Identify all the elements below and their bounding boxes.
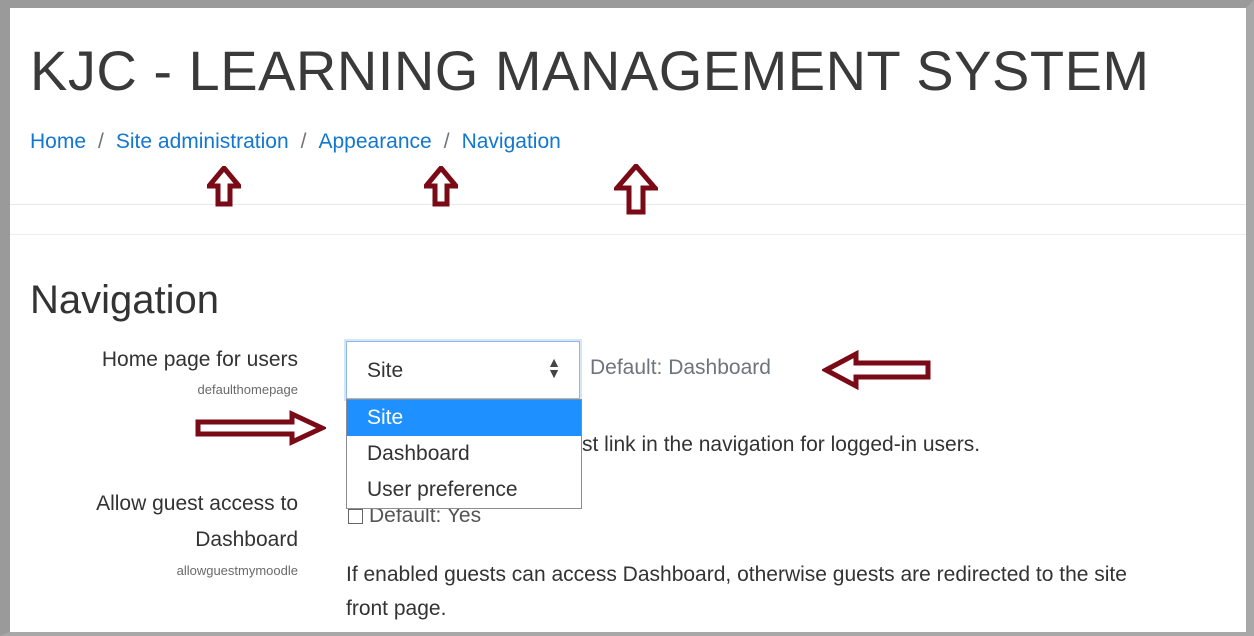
guest-description-line1: If enabled guests can access Dashboard, … xyxy=(346,563,1127,586)
guest-label-line2: Dashboard xyxy=(195,528,298,551)
guest-checkbox[interactable] xyxy=(348,508,363,524)
breadcrumb-site-administration[interactable]: Site administration xyxy=(116,130,289,153)
arrow-up-annotation-icon xyxy=(207,166,241,207)
arrow-up-annotation-icon xyxy=(614,164,658,215)
breadcrumb-separator: / xyxy=(98,130,104,153)
option-dashboard[interactable]: Dashboard xyxy=(347,436,581,472)
arrow-right-annotation-icon xyxy=(195,410,326,446)
breadcrumb-separator: / xyxy=(300,130,307,153)
homepage-options-list: Site Dashboard User preference xyxy=(346,399,582,509)
page-heading: Navigation xyxy=(30,278,220,322)
arrow-up-annotation-icon xyxy=(424,166,458,207)
guest-description-line2: front page. xyxy=(346,597,447,620)
homepage-select[interactable]: Site ▲ ▼ xyxy=(346,341,580,399)
homepage-key: defaulthomepage xyxy=(197,382,298,397)
page-content: KJC - LEARNING MANAGEMENT SYSTEM Home / Si… xyxy=(10,8,1246,632)
homepage-select-value: Site xyxy=(367,359,404,382)
homepage-description: st link in the navigation for logged-in … xyxy=(582,433,981,456)
homepage-default: Default: Dashboard xyxy=(590,356,771,379)
breadcrumb: Home / Site administration / Appearance / Navi… xyxy=(30,130,561,154)
site-title: KJC - LEARNING MANAGEMENT SYSTEM xyxy=(30,39,1150,102)
breadcrumb-navigation[interactable]: Navigation xyxy=(462,130,561,153)
option-site[interactable]: Site xyxy=(347,400,581,436)
guest-key: allowguestmymoodle xyxy=(176,563,298,578)
option-user-preference[interactable]: User preference xyxy=(347,472,581,508)
select-updown-icon: ▲ ▼ xyxy=(547,354,561,381)
guest-label-line1: Allow guest access to xyxy=(96,492,298,515)
content-divider xyxy=(10,234,1246,235)
homepage-label: Home page for users xyxy=(101,348,298,371)
breadcrumb-appearance[interactable]: Appearance xyxy=(318,130,431,153)
arrow-left-annotation-icon xyxy=(822,350,931,390)
breadcrumb-home[interactable]: Home xyxy=(30,130,86,153)
breadcrumb-separator: / xyxy=(443,130,450,153)
